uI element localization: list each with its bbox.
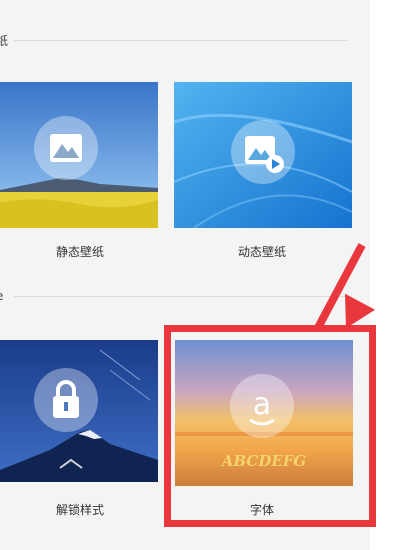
unlock-style-tile[interactable]	[0, 340, 158, 482]
wallpaper-section-label: 纸	[0, 34, 9, 48]
static-wallpaper-label: 静态壁纸	[55, 245, 104, 259]
image-icon	[50, 134, 82, 162]
live-wallpaper-label: 动态壁纸	[237, 245, 286, 259]
unlock-style-label: 解锁样式	[55, 503, 104, 517]
chevron-up-icon	[59, 458, 83, 469]
lock-icon	[53, 380, 79, 418]
video-image-icon	[245, 136, 284, 173]
live-wallpaper-tile[interactable]	[174, 82, 352, 228]
lock-icon-badge	[34, 368, 98, 432]
image-icon-badge	[34, 116, 98, 180]
lock-section-divider	[14, 296, 348, 297]
highlight-box	[164, 325, 376, 527]
lock-section-label: e	[0, 289, 3, 303]
wallpaper-section-divider	[14, 40, 348, 41]
video-image-icon-badge	[231, 120, 295, 184]
static-wallpaper-tile[interactable]	[0, 82, 158, 228]
